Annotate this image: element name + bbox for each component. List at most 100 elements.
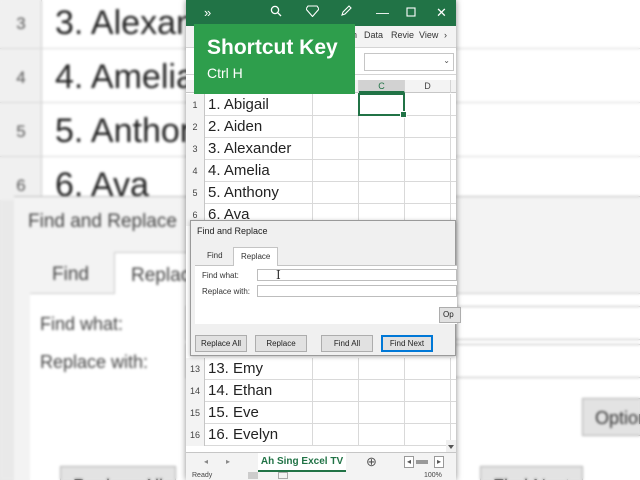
cell[interactable] <box>313 424 359 446</box>
cell[interactable] <box>359 116 405 138</box>
dialog-title: Find and Replace <box>197 226 268 236</box>
active-cell-c1[interactable] <box>358 93 407 118</box>
row-number[interactable]: 13 <box>186 358 205 380</box>
cell[interactable] <box>313 116 359 138</box>
cell[interactable] <box>405 424 451 446</box>
row-number[interactable]: 2 <box>186 116 205 138</box>
maximize-icon[interactable] <box>406 5 416 21</box>
search-icon[interactable] <box>270 5 282 21</box>
cell[interactable] <box>405 402 451 424</box>
ribbon-scroll-right-icon[interactable]: › <box>444 30 447 40</box>
row-number[interactable]: 1 <box>186 94 205 116</box>
cell[interactable] <box>313 138 359 160</box>
cell[interactable]: 1. Abigail <box>205 94 313 116</box>
cell[interactable] <box>359 402 405 424</box>
table-row: 15 15. Eve <box>186 402 456 424</box>
ribbon-tab-review[interactable]: Revie <box>391 30 414 40</box>
minimize-icon[interactable]: — <box>376 5 389 21</box>
diamond-icon[interactable] <box>305 5 320 21</box>
row-number[interactable]: 4 <box>186 160 205 182</box>
cell[interactable]: 15. Eve <box>205 402 313 424</box>
cell[interactable] <box>405 94 451 116</box>
text-cursor-icon: I <box>276 268 281 282</box>
cell[interactable] <box>405 116 451 138</box>
add-sheet-icon[interactable]: ⊕ <box>366 454 377 470</box>
table-row: 14 14. Ethan <box>186 380 456 402</box>
table-row: 2 2. Aiden <box>186 116 456 138</box>
scroll-left-icon[interactable]: ◂ <box>404 456 414 468</box>
cell[interactable] <box>359 380 405 402</box>
cell[interactable] <box>313 182 359 204</box>
banner-title: Shortcut Key <box>207 36 338 59</box>
cell[interactable]: 13. Emy <box>205 358 313 380</box>
find-next-button[interactable]: Find Next <box>381 335 433 352</box>
sheet-prev-icon[interactable]: ◂ <box>204 457 208 466</box>
cell[interactable] <box>313 94 359 116</box>
cell[interactable]: 2. Aiden <box>205 116 313 138</box>
row-number[interactable]: 5 <box>186 182 205 204</box>
sheet-tab-bar: ◂ ▸ Ah Sing Excel TV ⊕ ◂ ▸ <box>186 452 456 472</box>
column-header-d[interactable]: D <box>405 80 451 93</box>
replace-all-button[interactable]: Replace All <box>195 335 247 352</box>
replace-with-input[interactable] <box>257 285 457 297</box>
page-layout-icon[interactable] <box>278 472 288 479</box>
row-number[interactable]: 3 <box>186 138 205 160</box>
row-number[interactable]: 15 <box>186 402 205 424</box>
find-what-input[interactable] <box>257 269 457 281</box>
status-bar: Ready 100% <box>186 472 456 480</box>
horizontal-scroll-thumb[interactable] <box>416 460 428 464</box>
tab-find[interactable]: Find <box>207 251 223 260</box>
row-number[interactable]: 14 <box>186 380 205 402</box>
zoom-level[interactable]: 100% <box>424 472 442 479</box>
formula-input[interactable]: ⌄ <box>364 53 454 71</box>
shortcut-keys: Ctrl H <box>207 65 243 81</box>
cell[interactable] <box>405 380 451 402</box>
title-bar: » — ✕ <box>186 0 456 26</box>
cell[interactable] <box>405 182 451 204</box>
cell[interactable] <box>359 358 405 380</box>
tab-replace[interactable]: Replace <box>233 247 279 267</box>
table-row: 13 13. Emy <box>186 358 456 380</box>
chevron-down-icon[interactable]: ⌄ <box>443 56 450 65</box>
sheet-next-icon[interactable]: ▸ <box>226 457 230 466</box>
cell[interactable]: 4. Amelia <box>205 160 313 182</box>
sheet-tab[interactable]: Ah Sing Excel TV <box>258 453 346 472</box>
replace-button[interactable]: Replace <box>255 335 307 352</box>
cell[interactable]: 14. Ethan <box>205 380 313 402</box>
cell[interactable] <box>405 358 451 380</box>
cell[interactable] <box>313 380 359 402</box>
more-commands-icon[interactable]: » <box>204 5 211 21</box>
shortcut-banner: Shortcut Key Ctrl H <box>194 24 355 94</box>
cell[interactable] <box>313 160 359 182</box>
cell[interactable] <box>405 138 451 160</box>
close-icon[interactable]: ✕ <box>436 5 447 21</box>
scroll-right-icon[interactable]: ▸ <box>434 456 444 468</box>
cell[interactable] <box>359 138 405 160</box>
options-button[interactable]: Op <box>439 307 461 323</box>
find-what-label: Find what: <box>202 271 239 280</box>
cell[interactable] <box>405 160 451 182</box>
dialog-tabs: Find Replace <box>195 247 457 267</box>
find-all-button[interactable]: Find All <box>321 335 373 352</box>
replace-with-label: Replace with: <box>202 287 251 296</box>
cell[interactable]: 16. Evelyn <box>205 424 313 446</box>
find-replace-dialog: Find and Replace Find Replace Find what:… <box>190 220 461 356</box>
cell[interactable] <box>359 160 405 182</box>
ribbon-tab-data[interactable]: Data <box>364 30 383 40</box>
table-row: 3 3. Alexander <box>186 138 456 160</box>
cell[interactable] <box>313 402 359 424</box>
cell[interactable] <box>359 182 405 204</box>
column-header-c[interactable]: C <box>359 80 405 93</box>
status-text: Ready <box>192 472 213 479</box>
cell[interactable] <box>359 424 405 446</box>
cell[interactable]: 3. Alexander <box>205 138 313 160</box>
cell[interactable] <box>313 358 359 380</box>
table-row: 1 1. Abigail <box>186 94 456 116</box>
cell[interactable]: 5. Anthony <box>205 182 313 204</box>
table-row: 16 16. Evelyn <box>186 424 456 446</box>
row-number[interactable]: 16 <box>186 424 205 446</box>
table-row: 4 4. Amelia <box>186 160 456 182</box>
normal-view-icon[interactable] <box>248 472 258 479</box>
ribbon-tab-view[interactable]: View <box>419 30 438 40</box>
pen-icon[interactable] <box>340 5 352 21</box>
